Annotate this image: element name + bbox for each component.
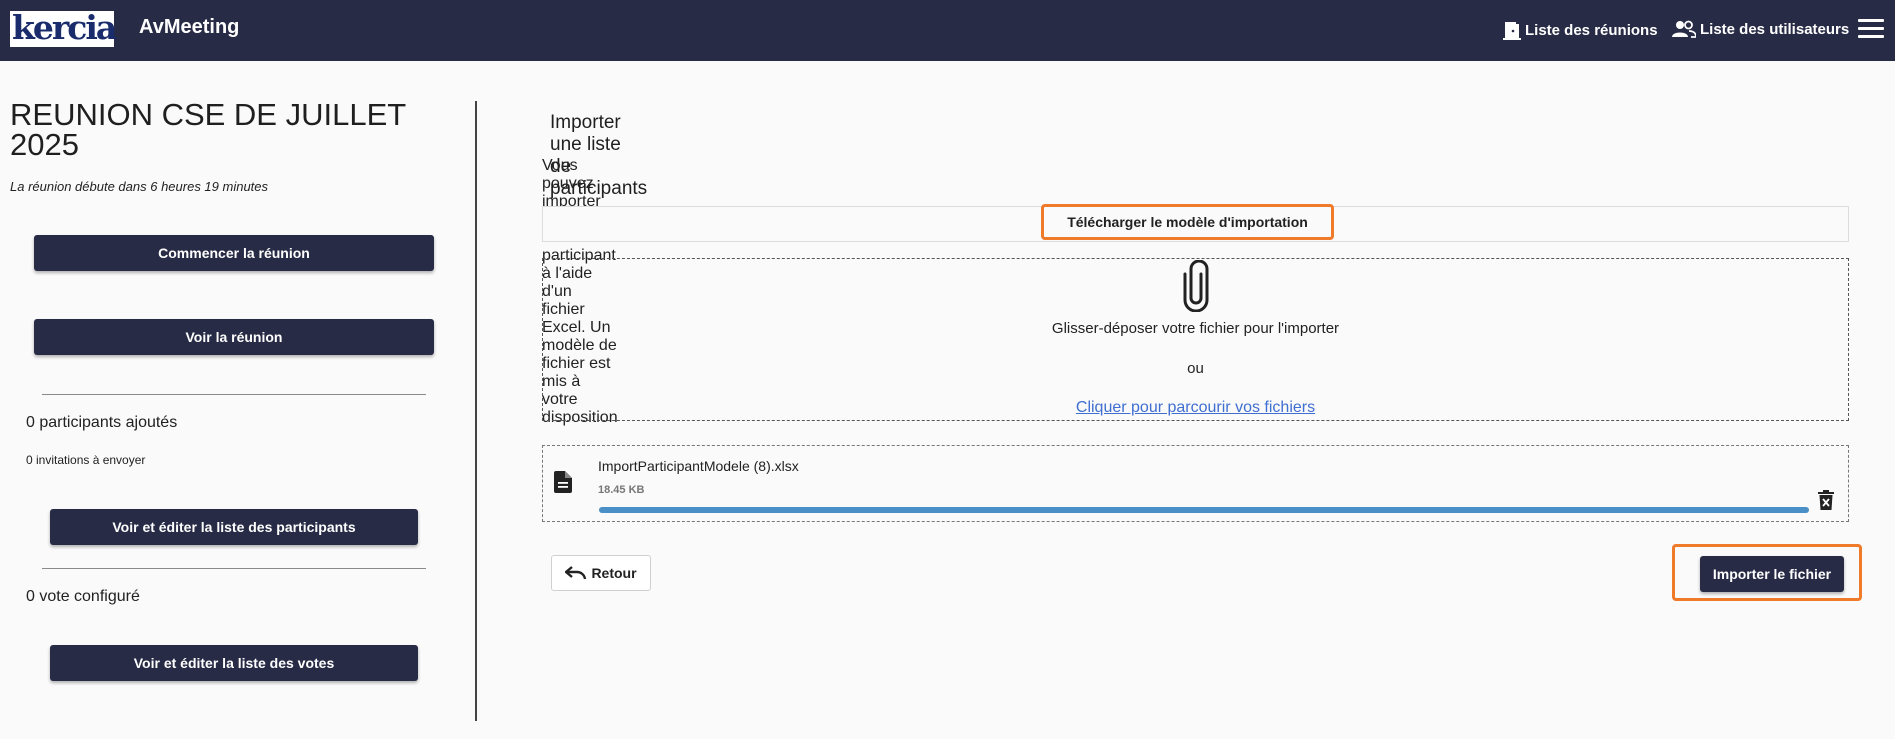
edit-votes-button[interactable]: Voir et éditer la liste des votes <box>50 645 418 681</box>
back-button-label: Retour <box>591 565 637 581</box>
file-size: 18.45 KB <box>598 484 645 496</box>
meeting-title: REUNION CSE DE JUILLET 2025 <box>10 97 406 162</box>
paperclip-icon <box>1183 260 1209 312</box>
undo-icon <box>565 566 587 580</box>
meeting-countdown: La réunion débute dans 6 heures 19 minut… <box>10 179 269 194</box>
file-name: ImportParticipantModele (8).xlsx <box>598 458 799 474</box>
dropzone-or: ou <box>1187 360 1204 377</box>
document-icon <box>554 471 572 493</box>
view-meeting-button[interactable]: Voir la réunion <box>34 319 434 355</box>
invitations-count: 0 invitations à envoyer <box>26 453 146 467</box>
import-file-button[interactable]: Importer le fichier <box>1700 556 1844 592</box>
upload-progress-fill <box>599 507 1809 513</box>
nav-meetings-link[interactable]: Liste des réunions <box>1503 20 1658 40</box>
import-button-highlight: Importer le fichier <box>1672 544 1862 601</box>
hamburger-menu-icon[interactable] <box>1858 19 1884 41</box>
start-meeting-button[interactable]: Commencer la réunion <box>34 235 434 271</box>
delete-file-icon[interactable] <box>1818 490 1834 510</box>
app-title: AvMeeting <box>139 16 240 38</box>
meeting-sidebar: REUNION CSE DE JUILLET 2025 La réunion d… <box>0 61 475 739</box>
votes-count: 0 vote configuré <box>26 588 140 605</box>
participants-count: 0 participants ajoutés <box>26 414 178 431</box>
divider <box>42 568 426 569</box>
divider <box>42 394 426 395</box>
group-icon <box>1672 20 1696 38</box>
file-dropzone[interactable]: Glisser-déposer votre fichier pour l'imp… <box>542 258 1849 421</box>
back-button[interactable]: Retour <box>551 555 651 591</box>
vertical-divider <box>475 101 477 721</box>
dropzone-text: Glisser-déposer votre fichier pour l'imp… <box>1051 320 1340 337</box>
download-template-button[interactable]: Télécharger le modèle d'importation <box>1041 204 1334 240</box>
browse-files-link[interactable]: Cliquer pour parcourir vos fichiers <box>543 399 1848 417</box>
nav-meetings-label: Liste des réunions <box>1525 21 1658 39</box>
door-icon <box>1503 22 1521 40</box>
nav-users-link[interactable]: Liste des utilisateurs <box>1672 20 1849 38</box>
uploaded-file: ImportParticipantModele (8).xlsx 18.45 K… <box>542 445 1849 522</box>
kercia-logo[interactable]: kercia <box>10 8 117 47</box>
upload-progress-bar <box>599 507 1809 513</box>
edit-participants-button[interactable]: Voir et éditer la liste des participants <box>50 509 418 545</box>
logo-text: kercia <box>12 8 117 47</box>
nav-users-label: Liste des utilisateurs <box>1700 20 1850 38</box>
top-bar: kercia AvMeeting Liste des réunions List… <box>0 0 1895 61</box>
